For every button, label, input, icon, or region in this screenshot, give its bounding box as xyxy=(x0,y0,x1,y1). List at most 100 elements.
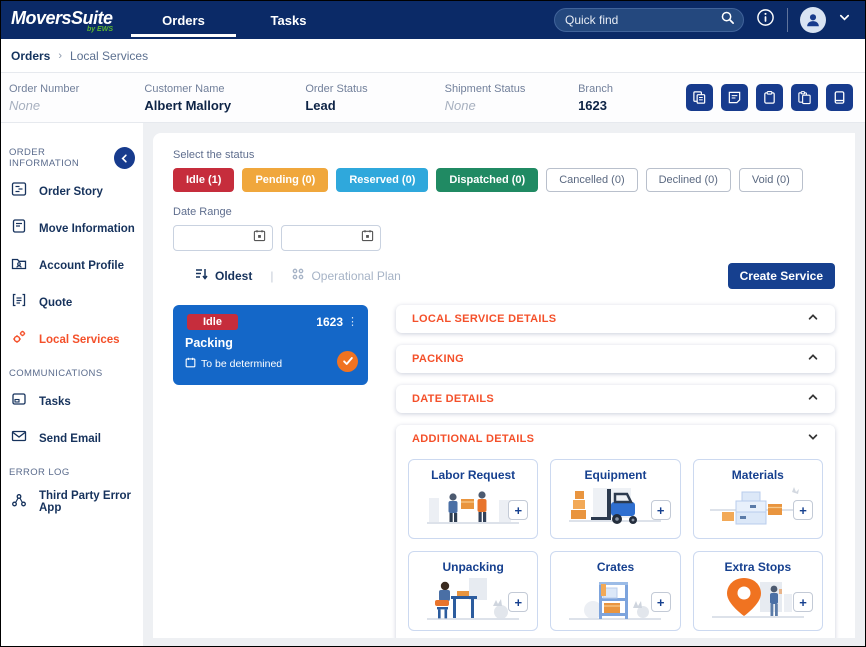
status-chip-cancelled[interactable]: Cancelled (0) xyxy=(546,168,638,192)
clipboard-button[interactable] xyxy=(756,84,783,111)
status-chip-idle[interactable]: Idle (1) xyxy=(173,168,235,192)
shipment-status-field: Shipment Status None xyxy=(445,83,578,113)
chevron-up-icon[interactable] xyxy=(807,390,819,408)
sort-icon xyxy=(195,267,209,286)
breadcrumb-orders[interactable]: Orders xyxy=(11,49,50,63)
order-status-label: Order Status xyxy=(305,82,368,95)
status-chip-pending[interactable]: Pending (0) xyxy=(242,168,329,192)
service-date-text: To be determined xyxy=(201,358,283,370)
customer-name-field: Customer Name Albert Mallory xyxy=(144,83,305,113)
topbar-right-group xyxy=(554,7,865,33)
service-card[interactable]: Idle 1623 ⋮ Packing To be determined xyxy=(173,305,368,385)
content-row: Idle 1623 ⋮ Packing To be determined LOC… xyxy=(173,305,835,638)
tab-orders[interactable]: Orders xyxy=(131,1,236,39)
add-crates-button[interactable]: + xyxy=(650,592,671,612)
search-icon[interactable] xyxy=(720,10,735,30)
tile-equipment[interactable]: Equipment + xyxy=(550,459,681,539)
tab-tasks-label: Tasks xyxy=(270,12,307,28)
accordion-date-details[interactable]: DATE DETAILS xyxy=(396,385,835,413)
account-profile-icon xyxy=(11,255,27,276)
order-number-label: Order Number xyxy=(9,82,80,95)
status-chip-declined[interactable]: Declined (0) xyxy=(645,168,731,192)
operational-plan-button[interactable]: Operational Plan xyxy=(291,267,401,286)
add-unpacking-button[interactable]: + xyxy=(508,592,529,612)
sidebar-item-tasks[interactable]: Tasks xyxy=(9,383,135,420)
status-chip-dispatched[interactable]: Dispatched (0) xyxy=(436,168,539,192)
service-title: Packing xyxy=(185,336,233,350)
calendar-icon xyxy=(185,355,196,373)
calendar-icon[interactable] xyxy=(253,229,266,247)
date-range-label: Date Range xyxy=(173,206,232,218)
shipment-status-label: Shipment Status xyxy=(444,82,526,95)
kebab-menu-icon[interactable]: ⋮ xyxy=(347,316,358,328)
sidebar-item-send-email[interactable]: Send Email xyxy=(9,420,135,457)
journal-button[interactable] xyxy=(826,84,853,111)
sidebar-collapse-button[interactable] xyxy=(113,147,135,169)
quick-find-input[interactable] xyxy=(565,13,720,27)
accordion-packing[interactable]: PACKING xyxy=(396,345,835,373)
sidebar-item-label: Send Email xyxy=(39,432,101,445)
service-card-top: Idle 1623 ⋮ xyxy=(183,314,358,330)
shipment-status-value: None xyxy=(444,97,476,113)
add-materials-button[interactable]: + xyxy=(792,500,813,520)
tile-extra-stops[interactable]: Extra Stops + xyxy=(692,551,823,631)
sidebar-item-local-services[interactable]: Local Services xyxy=(9,321,135,358)
status-filter-row: Idle (1) Pending (0) Reserved (0) Dispat… xyxy=(173,168,835,192)
breadcrumb-current: Local Services xyxy=(70,48,149,63)
service-selected-check-icon[interactable] xyxy=(337,350,358,372)
clipboard-copy-button[interactable] xyxy=(791,84,818,111)
add-extra-stops-button[interactable]: + xyxy=(792,592,813,612)
chevron-down-icon[interactable] xyxy=(838,11,851,29)
tile-label: Extra Stops xyxy=(724,560,792,574)
sidebar-item-label: Order Story xyxy=(39,185,103,198)
date-to-input[interactable] xyxy=(288,232,361,244)
service-branch: 1623 xyxy=(316,315,343,329)
tile-labor-request[interactable]: Labor Request + xyxy=(408,459,539,539)
quick-find-box[interactable] xyxy=(554,8,744,32)
create-service-button[interactable]: Create Service xyxy=(727,263,835,289)
tab-tasks[interactable]: Tasks xyxy=(236,1,341,39)
add-equipment-button[interactable]: + xyxy=(650,500,671,520)
sidebar-item-move-information[interactable]: Move Information xyxy=(9,210,135,247)
chevron-up-icon[interactable] xyxy=(807,310,819,328)
date-from-field[interactable] xyxy=(173,225,273,251)
date-to-field[interactable] xyxy=(281,225,381,251)
sidebar-item-order-story[interactable]: Order Story xyxy=(9,173,135,210)
chevron-down-icon[interactable] xyxy=(807,430,819,448)
chevron-up-icon[interactable] xyxy=(807,350,819,368)
tile-unpacking[interactable]: Unpacking + xyxy=(408,551,539,631)
list-toolbar: Oldest | Operational Plan Create Service xyxy=(173,263,835,289)
accordion-additional-details[interactable]: ADDITIONAL DETAILS xyxy=(396,425,835,453)
sidebar-item-third-party-error-app[interactable]: Third Party Error App xyxy=(9,482,135,522)
calendar-icon[interactable] xyxy=(361,229,374,247)
local-services-icon xyxy=(11,329,27,350)
branch-label: Branch xyxy=(578,82,613,95)
info-icon[interactable] xyxy=(756,8,775,32)
status-chip-void[interactable]: Void (0) xyxy=(738,168,803,192)
avatar[interactable] xyxy=(800,7,826,33)
sort-oldest-button[interactable]: Oldest xyxy=(195,267,252,286)
tile-crates[interactable]: Crates + xyxy=(550,551,681,631)
date-from-input[interactable] xyxy=(180,232,253,244)
status-chip-reserved[interactable]: Reserved (0) xyxy=(336,168,429,192)
section-title-error-log: ERROR LOG xyxy=(9,467,70,478)
sidebar-item-account-profile[interactable]: Account Profile xyxy=(9,247,135,284)
date-range-inputs xyxy=(173,225,835,251)
sidebar-item-label: Quote xyxy=(39,296,73,309)
accordion-label: ADDITIONAL DETAILS xyxy=(412,433,535,445)
sidebar-item-quote[interactable]: Quote xyxy=(9,284,135,321)
sidebar-section-error-log: ERROR LOG xyxy=(9,467,135,478)
accordion-label: DATE DETAILS xyxy=(412,393,495,405)
branch-value: 1623 xyxy=(578,97,607,113)
order-status-value: Lead xyxy=(305,97,336,113)
tile-materials[interactable]: Materials + xyxy=(692,459,823,539)
tab-orders-label: Orders xyxy=(162,12,205,28)
note-button[interactable] xyxy=(721,84,748,111)
accordion-additional-details-card: ADDITIONAL DETAILS Labor Request + Equip… xyxy=(396,425,835,638)
add-labor-request-button[interactable]: + xyxy=(508,500,529,520)
branch-field: Branch 1623 xyxy=(578,83,686,113)
service-card-bottom: To be determined xyxy=(183,350,358,373)
operational-plan-label: Operational Plan xyxy=(311,269,401,283)
copy-order-button[interactable] xyxy=(686,84,713,111)
accordion-local-service-details[interactable]: LOCAL SERVICE DETAILS xyxy=(396,305,835,333)
